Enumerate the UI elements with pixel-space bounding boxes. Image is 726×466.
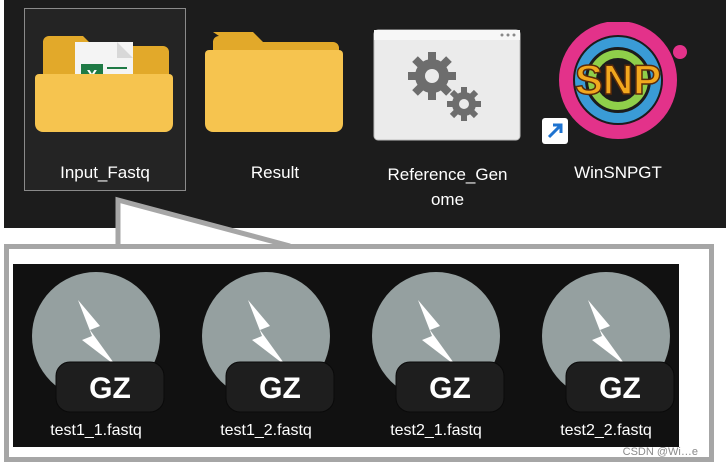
folder-label-line1: Reference_Gen (387, 165, 508, 184)
svg-text:GZ: GZ (599, 372, 641, 405)
file-item[interactable]: GZ test1_2.fastq (196, 272, 336, 452)
file-label: test2_1.fastq (390, 422, 482, 439)
archive-gz-icon: GZ (32, 272, 165, 413)
folder-with-spreadsheet-icon: X (35, 36, 173, 132)
file-item[interactable]: GZ test2_1.fastq (366, 272, 506, 452)
svg-text:GZ: GZ (429, 372, 471, 405)
folder-reference-genome[interactable]: Reference_Gen ome (370, 22, 525, 212)
app-label: WinSNPGT (574, 163, 662, 182)
folder-label-line2: ome (430, 190, 465, 209)
svg-text:GZ: GZ (89, 372, 131, 405)
folder-result[interactable]: Result (200, 22, 350, 192)
watermark: CSDN @Wi…e (622, 446, 698, 458)
folder-icon (205, 32, 343, 132)
app-shortcut-icon: SNP (542, 22, 687, 144)
archive-gz-icon: GZ (372, 272, 505, 413)
folder-input-fastq[interactable]: X Input_Fastq (30, 22, 180, 192)
archive-gz-icon: GZ (202, 272, 335, 413)
app-winsnpgt[interactable]: SNP WinSNPGT (538, 22, 698, 192)
file-item[interactable]: GZ test2_2.fastq (536, 272, 676, 452)
file-item[interactable]: GZ test1_1.fastq (26, 272, 166, 452)
svg-text:GZ: GZ (259, 372, 301, 405)
folder-label: Result (250, 163, 300, 182)
folder-label: Input_Fastq (60, 163, 150, 182)
settings-file-icon (373, 29, 521, 141)
file-label: test2_2.fastq (560, 422, 652, 439)
svg-text:SNP: SNP (575, 56, 661, 103)
archive-gz-icon: GZ (542, 272, 675, 413)
file-label: test1_2.fastq (220, 422, 312, 439)
file-label: test1_1.fastq (50, 422, 142, 439)
